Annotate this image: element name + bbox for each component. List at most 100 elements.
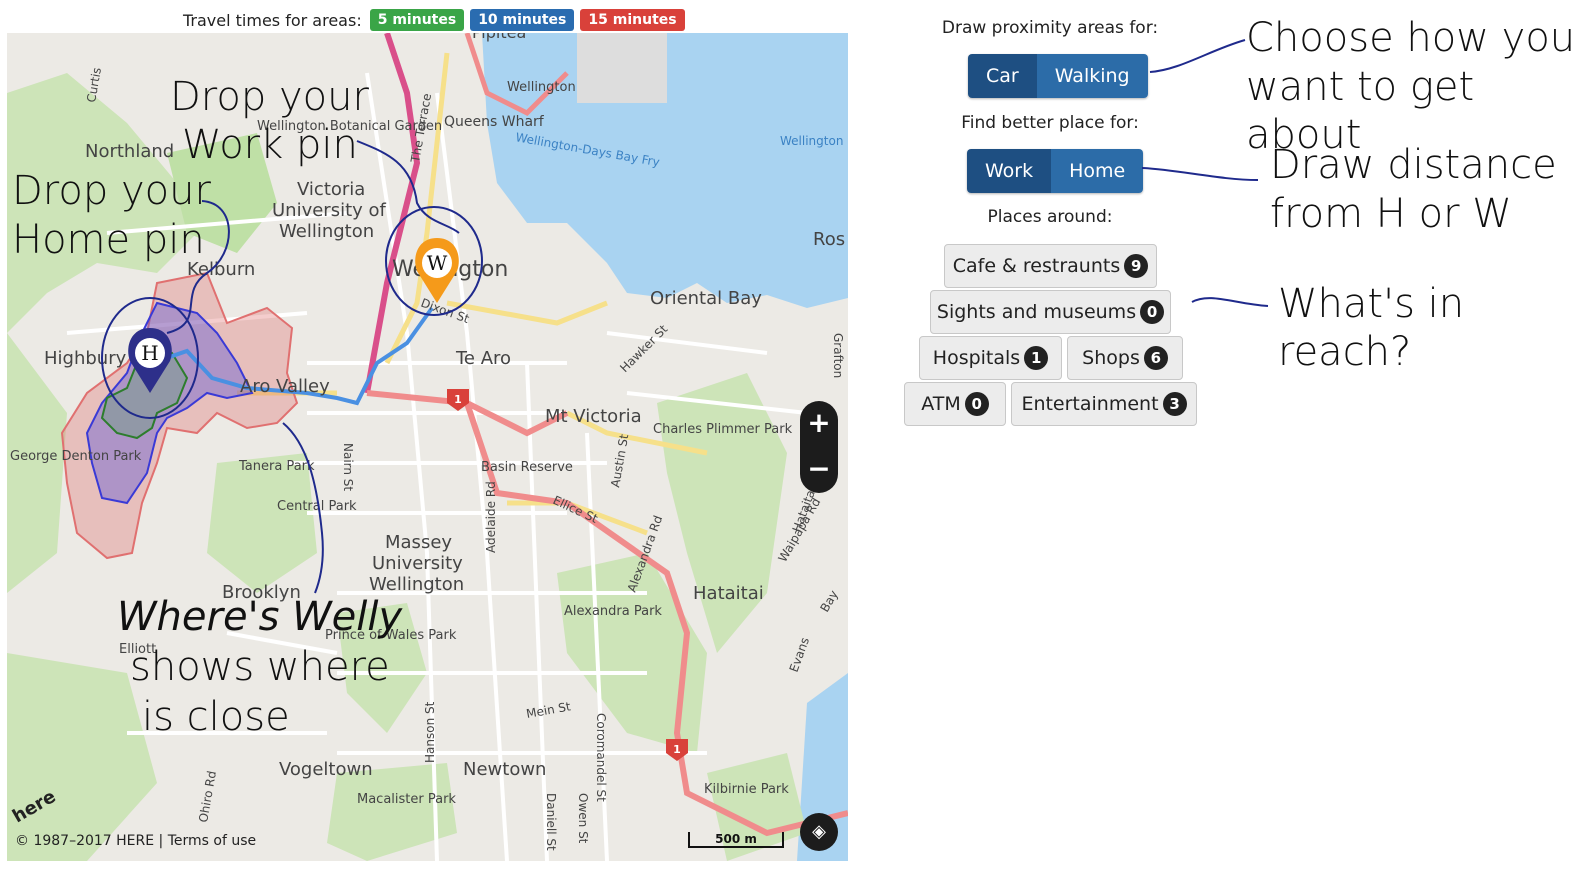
zoom-control: + −	[800, 401, 838, 493]
annot-distance-2: from H or W	[1270, 191, 1512, 237]
place-victoria-3: Wellington	[279, 221, 374, 242]
map-canvas[interactable]: 1 1 Pipitea Wellington Queens Wharf Well…	[7, 33, 848, 861]
street-nairn: Nairn St	[341, 443, 355, 491]
place-massey-3: Wellington	[369, 574, 464, 595]
target-toggle: Work Home	[967, 149, 1144, 193]
place-ros: Ros	[813, 229, 845, 250]
zoom-in-button[interactable]: +	[800, 401, 838, 447]
legend-label: Travel times for areas:	[183, 10, 362, 30]
category-entertainment-label: Entertainment	[1021, 393, 1159, 415]
port-area	[577, 33, 667, 103]
street-owen: Owen St	[576, 793, 590, 844]
category-atm-button[interactable]: ATM 0	[904, 382, 1006, 426]
zoom-out-button[interactable]: −	[800, 447, 838, 493]
category-cafe-label: Cafe & restraunts	[952, 255, 1121, 277]
category-sights-button[interactable]: Sights and museums 0	[930, 290, 1171, 334]
street-wellington-right: Wellington	[780, 134, 843, 148]
place-tanera: Tanera Park	[238, 459, 315, 474]
category-cafe-button[interactable]: Cafe & restraunts 9	[944, 244, 1157, 288]
category-atm-label: ATM	[921, 393, 961, 415]
proximity-title: Draw proximity areas for:	[941, 18, 1159, 38]
target-home-button[interactable]: Home	[1051, 149, 1144, 193]
badge-15-minutes: 15 minutes	[580, 9, 685, 31]
target-work-button[interactable]: Work	[967, 149, 1052, 193]
work-pin[interactable]: W	[415, 238, 459, 303]
street-hawker: Hawker St	[617, 322, 670, 375]
badge-5-minutes: 5 minutes	[369, 9, 465, 31]
mode-car-button[interactable]: Car	[968, 54, 1037, 98]
place-massey-2: University	[372, 553, 463, 574]
annot-home-pin-2: Home pin	[12, 217, 205, 263]
category-entertainment-button[interactable]: Entertainment 3	[1011, 382, 1197, 426]
layers-icon: ◈	[812, 821, 826, 842]
street-ellice: Ellice St	[551, 493, 600, 526]
map-copyright[interactable]: © 1987–2017 HERE | Terms of use	[15, 833, 256, 849]
category-entertainment-count: 3	[1162, 392, 1187, 416]
street-hanson: Hanson St	[423, 701, 437, 763]
category-hospitals-label: Hospitals	[932, 347, 1021, 369]
street-adelaide: Adelaide Rd	[484, 481, 498, 553]
mode-toggle: Car Walking	[968, 54, 1148, 98]
highway-shield-south: 1	[666, 739, 688, 761]
place-newtown: Newtown	[463, 759, 546, 780]
annot-choose-1: Choose how you	[1246, 15, 1576, 61]
place-charles-plimmer: Charles Plimmer Park	[653, 422, 793, 437]
places-title: Places around:	[987, 207, 1113, 227]
category-atm-count: 0	[964, 392, 989, 416]
annot-work-pin-2: Work pin	[182, 122, 358, 168]
highway-shield-label: 1	[454, 393, 462, 406]
category-shops-label: Shops	[1082, 347, 1140, 369]
place-victoria-1: Victoria	[297, 179, 365, 200]
place-highbury: Highbury	[44, 348, 127, 369]
street-coromandel: Coromandel St	[594, 713, 608, 802]
place-macalister: Macalister Park	[357, 792, 456, 807]
place-wellington-top: Wellington	[507, 80, 576, 95]
annot-welly-1: Where's Welly	[117, 594, 403, 640]
category-hospitals-count: 1	[1024, 346, 1049, 370]
street-daniell: Daniell St	[544, 793, 558, 851]
annot-welly-2: shows where	[130, 644, 390, 690]
place-basin-reserve: Basin Reserve	[481, 460, 573, 475]
place-northland: Northland	[85, 141, 174, 162]
place-oriental-bay: Oriental Bay	[650, 288, 762, 309]
street-evans: Evans	[787, 635, 812, 674]
street-mein: Mein St	[525, 699, 572, 721]
place-kilbirnie: Kilbirnie Park	[704, 782, 789, 797]
place-queens-wharf: Queens Wharf	[444, 114, 545, 130]
place-massey-1: Massey	[385, 532, 452, 553]
street-austin: Austin St	[608, 433, 631, 489]
badge-10-minutes: 10 minutes	[470, 9, 575, 31]
mode-walking-button[interactable]: Walking	[1036, 54, 1148, 98]
category-shops-button[interactable]: Shops 6	[1067, 336, 1183, 380]
place-victoria-2: University of	[272, 200, 387, 221]
place-vogeltown: Vogeltown	[279, 759, 373, 780]
place-george-denton: George Denton Park	[10, 449, 142, 464]
category-shops-count: 6	[1143, 346, 1168, 370]
highway-shield-south-label: 1	[673, 743, 681, 756]
travel-time-legend: Travel times for areas: 5 minutes 10 min…	[183, 8, 685, 32]
annot-distance-1: Draw distance	[1270, 142, 1557, 188]
category-hospitals-button[interactable]: Hospitals 1	[919, 336, 1062, 380]
place-te-aro: Te Aro	[455, 348, 511, 369]
annot-home-pin-1: Drop your	[12, 168, 211, 214]
category-sights-label: Sights and museums	[936, 301, 1137, 323]
layers-button[interactable]: ◈	[800, 813, 838, 851]
better-place-title: Find better place for:	[961, 113, 1139, 133]
scale-bar: 500 m	[688, 832, 784, 848]
street-ohiro: Ohiro Rd	[196, 770, 219, 824]
central-park-green	[207, 453, 317, 593]
street-bay: Bay	[817, 588, 840, 615]
place-pipitea: Pipitea	[472, 33, 526, 42]
place-mt-victoria: Mt Victoria	[545, 406, 642, 427]
place-hataitai: Hataitai	[693, 583, 764, 604]
place-alexandra-park: Alexandra Park	[564, 604, 662, 619]
annot-reach: What's in reach?	[1278, 281, 1465, 375]
place-aro-valley: Aro Valley	[240, 376, 330, 397]
annot-work-pin-1: Drop your	[170, 74, 369, 120]
map-view[interactable]: 1 1 Pipitea Wellington Queens Wharf Well…	[7, 33, 848, 861]
street-curtis: Curtis	[84, 66, 104, 103]
annot-welly-3: is close	[142, 694, 290, 740]
work-pin-label: W	[427, 251, 448, 275]
street-grafton: Grafton	[831, 333, 845, 378]
home-pin-label: H	[141, 341, 158, 365]
